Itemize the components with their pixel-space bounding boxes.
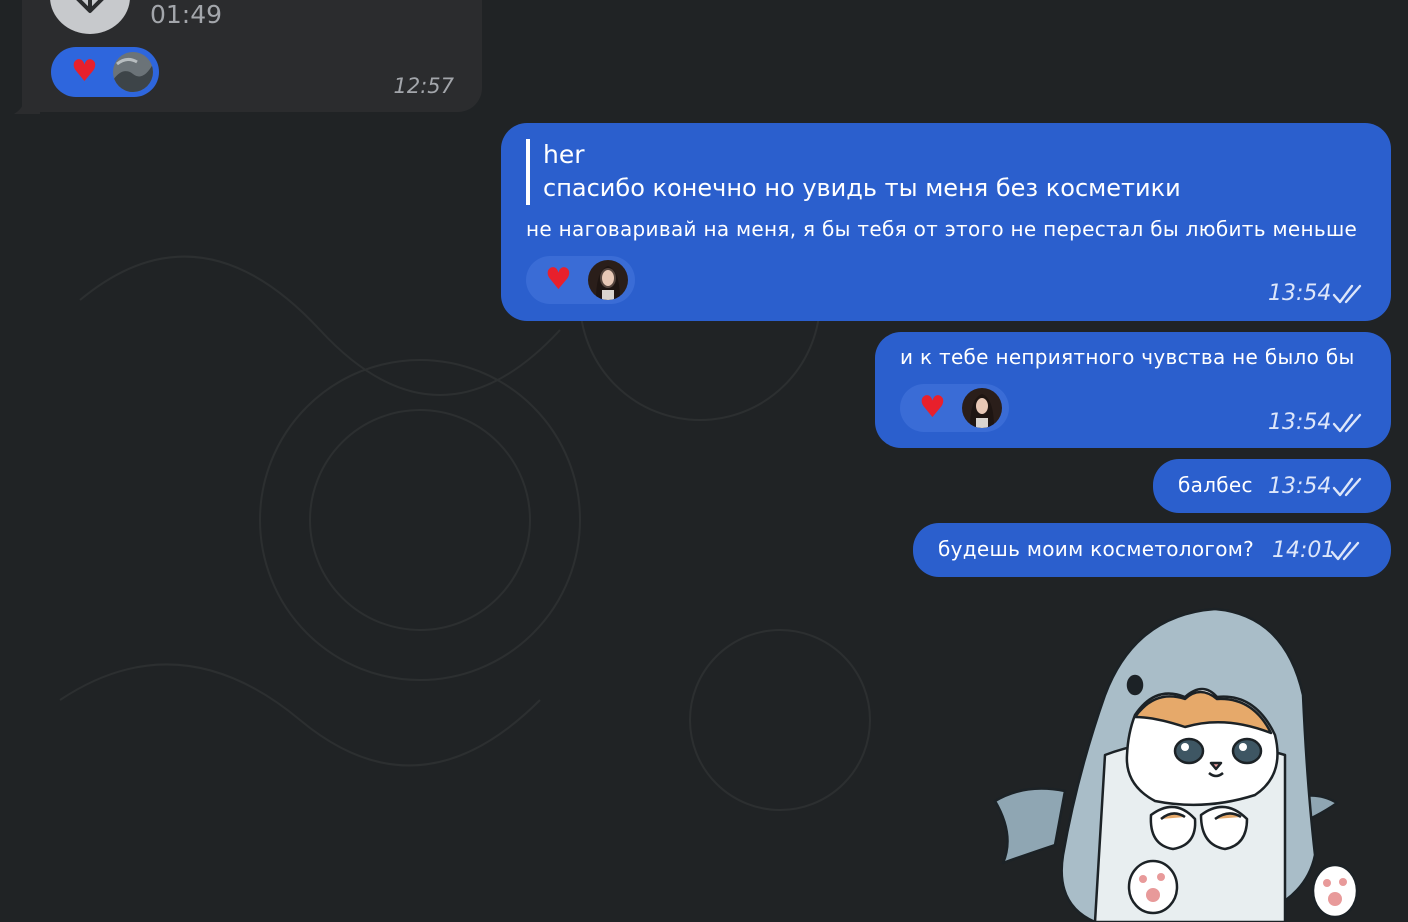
double-check-icon <box>1330 541 1360 561</box>
reaction-pill[interactable]: ♥ <box>526 256 635 304</box>
message-text: и к тебе неприятного чувства не было бы <box>900 345 1355 369</box>
outgoing-message[interactable]: и к тебе неприятного чувства не было бы … <box>875 332 1391 448</box>
reaction-pill[interactable]: ♥ <box>900 384 1009 432</box>
double-check-icon <box>1332 284 1362 304</box>
message-text: будешь моим косметологом? <box>938 537 1255 561</box>
outgoing-message[interactable]: her спасибо конечно но увидь ты меня без… <box>501 123 1391 321</box>
outgoing-message[interactable]: будешь моим косметологом? 14:01 <box>913 523 1391 577</box>
message-text: балбес <box>1178 473 1253 497</box>
message-time: 13:54 <box>1268 410 1332 435</box>
reactor-avatar <box>588 260 628 300</box>
double-check-icon <box>1332 477 1362 497</box>
incoming-meta: 12:57 <box>22 0 482 112</box>
reply-author: her <box>543 140 585 169</box>
heart-reaction: ♥ <box>545 262 572 297</box>
message-time: 14:01 <box>1272 538 1336 563</box>
message-time: 12:57 <box>393 74 454 98</box>
reply-text: спасибо конечно но увидь ты меня без кос… <box>543 174 1181 202</box>
shark-cat-sticker[interactable] <box>985 605 1385 922</box>
message-text: не наговаривай на меня, я бы тебя от это… <box>526 217 1358 241</box>
message-time: 13:54 <box>1268 281 1332 306</box>
double-check-icon <box>1332 413 1362 433</box>
reply-quote[interactable]: her спасибо конечно но увидь ты меня без… <box>526 139 1343 205</box>
heart-reaction: ♥ <box>919 390 946 425</box>
outgoing-message[interactable]: балбес 13:54 <box>1153 459 1391 513</box>
reactor-avatar <box>962 388 1002 428</box>
message-time: 13:54 <box>1268 474 1332 499</box>
